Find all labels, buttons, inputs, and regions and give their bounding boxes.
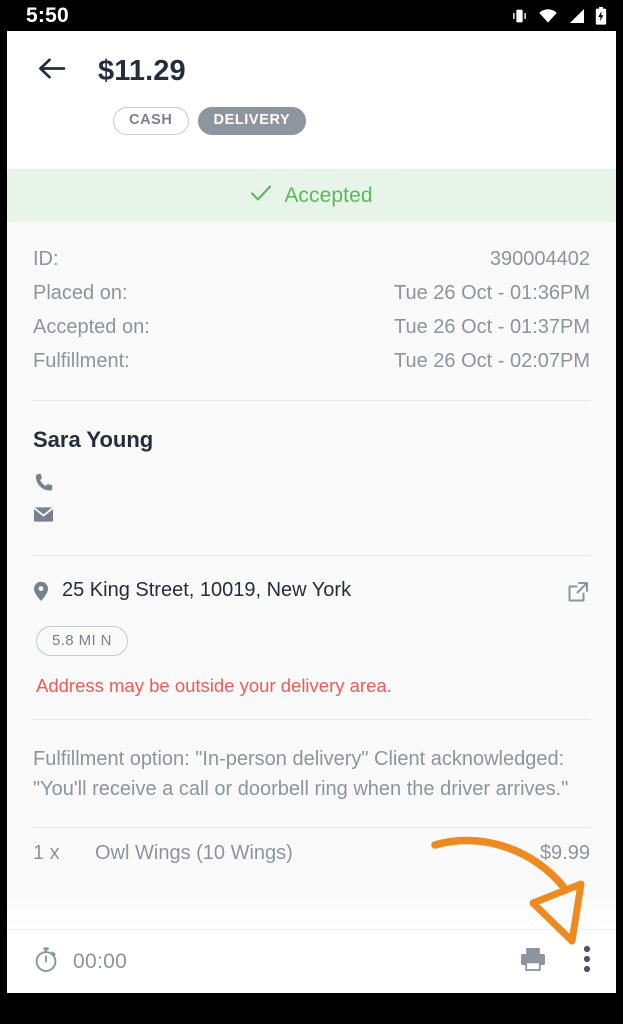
meta-row: Fulfillment: Tue 26 Oct - 02:07PM — [33, 344, 590, 378]
check-icon — [250, 184, 272, 207]
more-options-button[interactable] — [583, 945, 591, 978]
back-arrow-icon — [37, 56, 66, 86]
distance-badge: 5.8 MI N — [36, 626, 128, 656]
wifi-icon — [538, 8, 558, 24]
vibrate-icon — [510, 8, 529, 24]
delivery-area-warning: Address may be outside your delivery are… — [36, 675, 392, 696]
address-text: 25 King Street, 10019, New York — [62, 579, 352, 601]
external-link-icon — [566, 582, 590, 608]
print-button[interactable] — [519, 946, 547, 977]
meta-label: Accepted on: — [33, 315, 150, 338]
customer-name: Sara Young — [33, 427, 154, 452]
order-details-content: ID: 390004402 Placed on: Tue 26 Oct - 01… — [7, 222, 616, 865]
meta-label: Fulfillment: — [33, 349, 130, 372]
app-header-top-row: $11.29 — [7, 49, 616, 93]
fulfillment-note-section: Fulfillment option: "In-person delivery"… — [7, 720, 616, 827]
meta-value: Tue 26 Oct - 02:07PM — [393, 349, 590, 372]
phone-screenshot: 5:50 $11.29 CASH DELIVERY Accepted ID: 3… — [0, 0, 623, 1024]
order-item-row: 1 x Owl Wings (10 Wings) $9.99 — [7, 828, 616, 865]
order-status-label: Accepted — [284, 183, 373, 207]
open-in-maps-button[interactable] — [566, 578, 590, 609]
bottom-action-bar: 00:00 — [7, 929, 616, 993]
address-row: 25 King Street, 10019, New York — [33, 578, 590, 609]
back-button[interactable] — [29, 49, 73, 93]
cellular-signal-icon — [567, 8, 586, 24]
preparation-timer[interactable]: 00:00 — [33, 946, 127, 978]
app-screen: $11.29 CASH DELIVERY Accepted ID: 390004… — [7, 31, 616, 993]
item-name: Owl Wings (10 Wings) — [95, 841, 293, 864]
item-price: $9.99 — [539, 841, 590, 864]
status-bar-icons — [510, 6, 607, 25]
item-quantity: 1 x — [33, 841, 60, 864]
meta-value: 390004402 — [489, 247, 590, 270]
stopwatch-icon — [33, 946, 59, 978]
status-bar-clock: 5:50 — [26, 4, 69, 27]
location-pin-icon — [33, 578, 49, 607]
fulfillment-note-text: Fulfillment option: "In-person delivery"… — [33, 748, 569, 801]
address-left-group: 25 King Street, 10019, New York — [33, 578, 351, 607]
content-fade-overlay — [7, 869, 616, 929]
meta-row: ID: 390004402 — [33, 242, 590, 276]
order-total-title: $11.29 — [98, 54, 186, 87]
meta-value: Tue 26 Oct - 01:36PM — [393, 281, 590, 304]
more-vertical-icon — [583, 945, 591, 978]
printer-icon — [519, 946, 547, 977]
customer-section: Sara Young — [7, 401, 616, 555]
order-status-banner: Accepted — [7, 169, 616, 222]
tag-order-type[interactable]: DELIVERY — [197, 107, 307, 135]
call-customer-button[interactable] — [33, 469, 67, 501]
meta-label: Placed on: — [33, 281, 128, 304]
phone-icon — [33, 472, 54, 498]
email-icon — [33, 506, 54, 528]
tag-payment-method[interactable]: CASH — [113, 107, 189, 135]
timer-value: 00:00 — [73, 949, 128, 973]
battery-charging-icon — [595, 6, 607, 25]
app-header: $11.29 CASH DELIVERY — [7, 31, 616, 169]
meta-row: Placed on: Tue 26 Oct - 01:36PM — [33, 276, 590, 310]
meta-label: ID: — [33, 247, 59, 270]
order-meta-section: ID: 390004402 Placed on: Tue 26 Oct - 01… — [7, 222, 616, 400]
order-tags: CASH DELIVERY — [7, 107, 616, 135]
delivery-address-section: 25 King Street, 10019, New York 5.8 MI N — [7, 556, 616, 719]
meta-row: Accepted on: Tue 26 Oct - 01:37PM — [33, 310, 590, 344]
bottom-bar-actions — [519, 945, 591, 978]
email-customer-button[interactable] — [33, 501, 67, 533]
meta-value: Tue 26 Oct - 01:37PM — [393, 315, 590, 338]
android-status-bar: 5:50 — [0, 0, 623, 31]
